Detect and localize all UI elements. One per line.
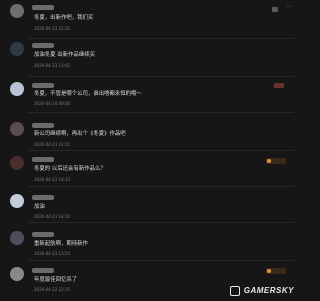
comment-time: 2026-04-22 22:35 bbox=[34, 287, 71, 292]
comment-time: 2026-04-23 22:22 bbox=[34, 142, 71, 147]
avatar[interactable] bbox=[10, 4, 24, 18]
avatar[interactable] bbox=[10, 267, 24, 281]
avatar[interactable] bbox=[10, 122, 24, 136]
comment-text: 加油 bbox=[34, 204, 45, 210]
avatar[interactable] bbox=[10, 82, 24, 96]
comment-text: 年度最佳回忆杀了 bbox=[34, 277, 78, 283]
avatar[interactable] bbox=[10, 194, 24, 208]
comment-time: 2026-04-24 08:04 bbox=[34, 101, 71, 106]
username[interactable] bbox=[32, 268, 54, 273]
comment-time: 2026-04-23 11:02 bbox=[34, 63, 71, 68]
comment-text: 冬夏的 以后还会有新作品么？ bbox=[34, 166, 106, 172]
comment-time: 2026-04-23 18:13 bbox=[34, 177, 71, 182]
comment-text: 冬夏，出新作吧，我们买 bbox=[34, 15, 94, 21]
avatar[interactable] bbox=[10, 231, 24, 245]
comment-text: 加油冬夏 出新作品继续买 bbox=[34, 52, 96, 58]
comment-text: 重新起航啊，期待新作 bbox=[34, 241, 88, 247]
more-dots-icon[interactable]: ⋯ bbox=[286, 3, 292, 10]
gamersky-logo-icon bbox=[230, 286, 240, 296]
username[interactable] bbox=[32, 195, 54, 200]
user-level-badge bbox=[274, 83, 284, 88]
user-level-badge bbox=[272, 7, 278, 12]
fan-badge bbox=[266, 158, 286, 164]
username[interactable] bbox=[32, 83, 54, 88]
watermark: GAMERSKY bbox=[243, 286, 294, 295]
username[interactable] bbox=[32, 157, 54, 162]
username[interactable] bbox=[32, 232, 54, 237]
username[interactable] bbox=[32, 43, 54, 48]
comment-time: 2026-04-23 22:32 bbox=[34, 26, 71, 31]
avatar[interactable] bbox=[10, 156, 24, 170]
comment-text: 冬夏，不管是哪个公司，谁出啥都永恒的哦～ bbox=[34, 91, 142, 97]
fan-badge bbox=[266, 268, 286, 274]
comment-time: 2026-04-23 13:54 bbox=[34, 251, 71, 256]
username[interactable] bbox=[32, 123, 54, 128]
comment-time: 2026-04-23 18:10 bbox=[34, 214, 71, 219]
comment-text: 新公司继续啊，再出个《冬夏》作品吧 bbox=[34, 131, 126, 137]
username[interactable] bbox=[32, 5, 54, 10]
avatar[interactable] bbox=[10, 42, 24, 56]
comment-feed: 冬夏，出新作吧，我们买 2026-04-23 22:32 ⋯ 加油冬夏 出新作品… bbox=[0, 0, 300, 301]
